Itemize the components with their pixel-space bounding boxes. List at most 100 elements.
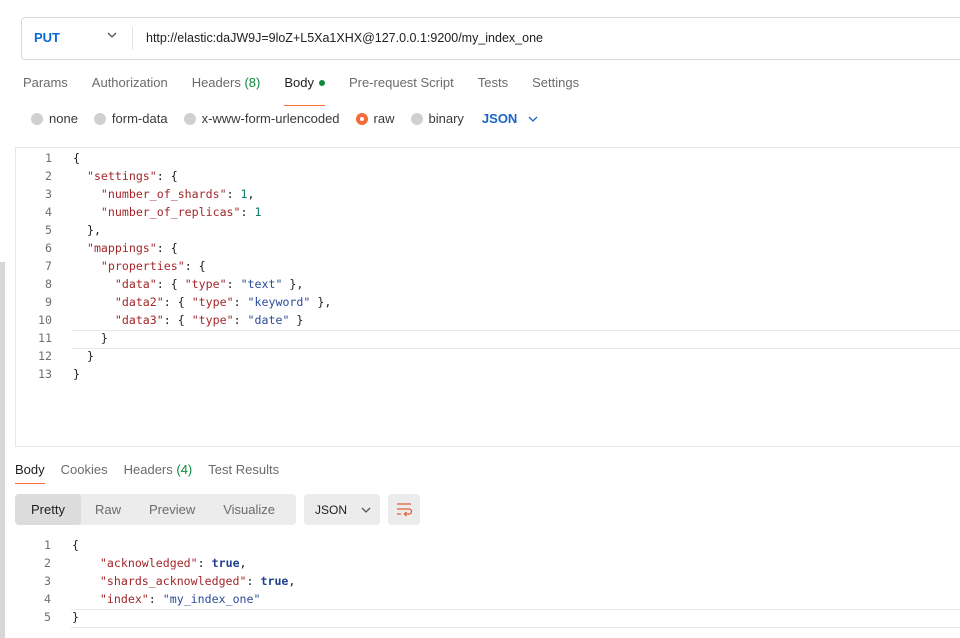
- line-number: 3: [44, 574, 51, 588]
- code-line: "index": "my_index_one": [99, 592, 261, 606]
- current-line-highlight: [72, 330, 960, 349]
- line-number: 9: [45, 295, 52, 309]
- chevron-down-icon: [528, 116, 538, 122]
- wrap-lines-icon: [397, 503, 413, 517]
- tab-settings[interactable]: Settings: [532, 75, 579, 99]
- code-line: {: [73, 151, 80, 165]
- response-tabs: Body Cookies Headers (4) Test Results: [15, 462, 295, 484]
- code-line: }: [73, 349, 94, 363]
- tab-label: Headers: [191, 75, 241, 90]
- code-line: {: [72, 538, 79, 552]
- body-indicator-dot: [318, 79, 325, 86]
- request-url-bar: PUT http://elastic:daJW9J=9loZ+L5Xa1XHX@…: [21, 17, 960, 60]
- view-visualize[interactable]: Visualize: [209, 494, 289, 525]
- line-number: 4: [45, 205, 52, 219]
- tab-response-headers[interactable]: Headers (4): [124, 462, 193, 477]
- response-view-switcher: Pretty Raw Preview Visualize: [15, 494, 296, 525]
- code-line: }: [73, 367, 80, 381]
- radio-label: x-www-form-urlencoded: [201, 111, 340, 126]
- line-number: 12: [38, 349, 52, 363]
- radio-raw[interactable]: raw: [355, 111, 395, 126]
- radio-x-www-form-urlencoded[interactable]: x-www-form-urlencoded: [183, 111, 340, 126]
- chevron-down-icon: [361, 507, 371, 513]
- tab-pre-request-script[interactable]: Pre-request Script: [349, 75, 454, 99]
- radio-binary[interactable]: binary: [410, 111, 464, 126]
- code-line: }: [72, 610, 79, 624]
- code-line: "properties": {: [100, 259, 206, 273]
- tab-headers[interactable]: Headers (8): [192, 75, 261, 99]
- tab-label: Settings: [532, 75, 580, 90]
- tab-label: Headers: [123, 462, 173, 477]
- code-line: "shards_acknowledged": true,: [99, 574, 296, 588]
- radio-none[interactable]: none: [31, 111, 78, 126]
- code-line: "data2": { "type": "keyword" },: [114, 295, 332, 309]
- line-number: 10: [38, 313, 52, 327]
- line-number: 5: [45, 223, 52, 237]
- code-line: "data": { "type": "text" },: [114, 277, 304, 291]
- line-number: 6: [45, 241, 52, 255]
- radio-label: binary: [428, 111, 464, 126]
- tab-cookies[interactable]: Cookies: [61, 462, 108, 477]
- format-label: JSON: [315, 502, 348, 517]
- tab-test-results[interactable]: Test Results: [208, 462, 279, 477]
- code-line: }: [73, 331, 108, 345]
- chevron-down-icon[interactable]: [105, 28, 119, 42]
- line-number: 8: [45, 277, 52, 291]
- body-format-select[interactable]: JSON: [482, 111, 539, 126]
- request-tabs: Params Authorization Headers (8) Body Pr…: [23, 75, 603, 106]
- format-label: JSON: [481, 111, 518, 126]
- tab-tests[interactable]: Tests: [478, 75, 508, 99]
- tab-body[interactable]: Body: [284, 75, 325, 106]
- line-number: 4: [44, 592, 51, 606]
- tab-label: Tests: [477, 75, 509, 90]
- line-number: 5: [44, 610, 51, 624]
- request-body-editor[interactable]: 1 {2 "settings": { 3 "number_of_shards": 1…: [15, 147, 960, 447]
- radio-form-data[interactable]: form-data: [93, 111, 168, 126]
- tab-label: Body: [284, 75, 314, 90]
- code-line: "number_of_replicas": 1: [100, 205, 262, 219]
- radio-label: form-data: [111, 111, 168, 126]
- radio-circle: [355, 112, 368, 125]
- line-number: 1: [44, 538, 51, 552]
- headers-count: (4): [176, 462, 193, 477]
- code-line: "data3": { "type": "date" }: [114, 313, 304, 327]
- code-line: "mappings": {: [86, 241, 178, 255]
- response-format-select[interactable]: JSON: [304, 494, 380, 525]
- line-number: 1: [45, 151, 52, 165]
- tab-label: Authorization: [91, 75, 168, 90]
- code-line: "settings": {: [86, 169, 178, 183]
- wrap-lines-button[interactable]: [388, 494, 420, 525]
- view-raw[interactable]: Raw: [81, 494, 135, 525]
- radio-circle: [93, 112, 106, 125]
- headers-count: (8): [244, 75, 261, 90]
- line-number: 3: [45, 187, 52, 201]
- body-type-options: none form-data x-www-form-urlencoded raw…: [31, 111, 539, 126]
- code-line: },: [73, 223, 101, 237]
- line-number: 2: [45, 169, 52, 183]
- radio-label: none: [49, 111, 78, 126]
- tab-authorization[interactable]: Authorization: [92, 75, 168, 99]
- radio-circle: [183, 112, 196, 125]
- radio-circle: [410, 112, 423, 125]
- url-divider: [132, 27, 133, 50]
- view-preview[interactable]: Preview: [135, 494, 209, 525]
- url-input[interactable]: http://elastic:daJW9J=9loZ+L5Xa1XHX@127.…: [146, 31, 543, 45]
- tab-response-body[interactable]: Body: [15, 462, 45, 484]
- view-pretty[interactable]: Pretty: [15, 494, 81, 525]
- line-number: 11: [38, 331, 52, 345]
- left-scrollbar[interactable]: [0, 262, 5, 638]
- method-select[interactable]: PUT: [34, 30, 60, 45]
- radio-circle: [31, 112, 43, 125]
- line-number: 13: [38, 367, 52, 381]
- code-line: "acknowledged": true,: [99, 556, 247, 570]
- line-number: 7: [45, 259, 52, 273]
- tab-params[interactable]: Params: [23, 75, 68, 99]
- tab-label: Cookies: [60, 462, 108, 477]
- tab-label: Test Results: [208, 462, 280, 477]
- response-body-viewer[interactable]: 1 {2 "acknowledged": true, 3 "shards_ackno…: [15, 535, 960, 638]
- code-line: "number_of_shards": 1,: [100, 187, 255, 201]
- tab-label: Body: [15, 462, 45, 477]
- line-number: 2: [44, 556, 51, 570]
- radio-label: raw: [373, 111, 395, 126]
- current-line-highlight: [71, 609, 960, 628]
